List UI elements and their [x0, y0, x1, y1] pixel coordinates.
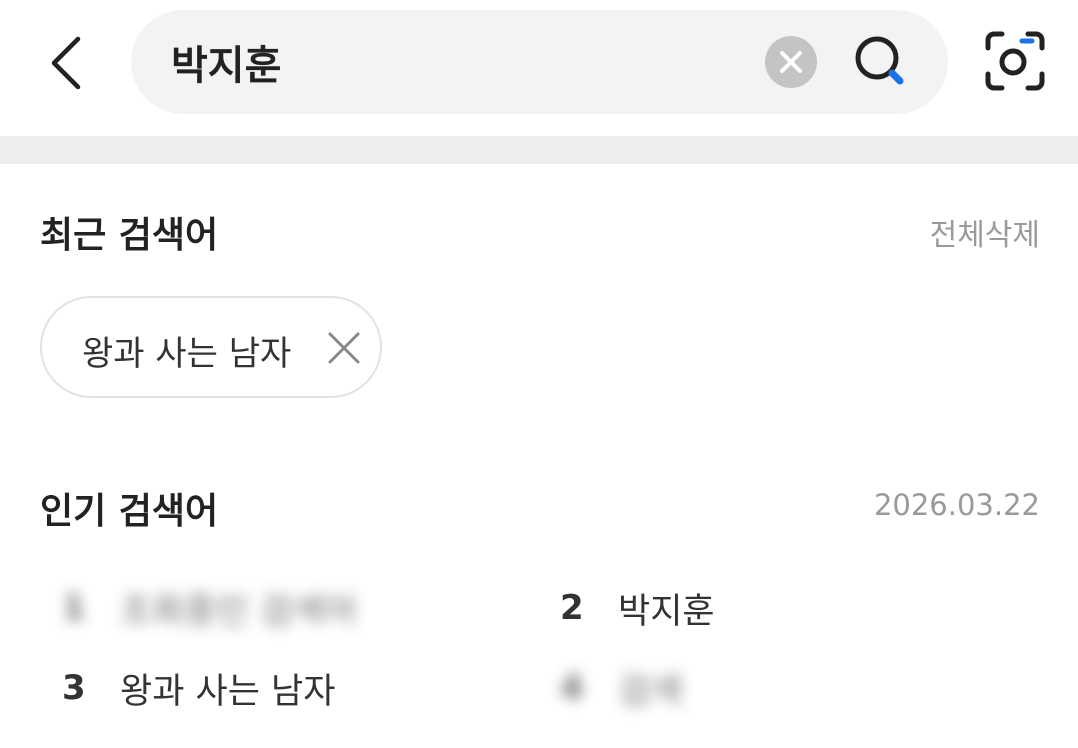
top-bar [0, 0, 1078, 136]
image-search-button[interactable] [982, 28, 1048, 94]
rank-number: 3 [62, 668, 86, 708]
popular-item[interactable]: 2 박지훈 [560, 578, 715, 638]
chevron-left-icon [51, 36, 81, 90]
close-icon [780, 51, 802, 73]
clear-search-button[interactable] [765, 36, 817, 88]
popular-item[interactable]: 1 조회중인 검색어 [62, 578, 357, 638]
recent-searches-title: 최근 검색어 [40, 215, 219, 256]
popular-searches-title: 인기 검색어 [40, 491, 219, 532]
delete-all-button[interactable]: 전체삭제 [930, 210, 1040, 254]
rank-number: 1 [62, 588, 86, 628]
popular-item[interactable]: 4 검색 [560, 658, 682, 718]
back-button[interactable] [36, 28, 96, 98]
close-icon [328, 332, 360, 364]
search-icon [855, 36, 904, 85]
search-button[interactable] [851, 32, 911, 92]
camera-lens-icon [985, 31, 1045, 91]
popular-item-label: 조회중인 검색어 [120, 591, 357, 632]
remove-recent-search-button[interactable] [326, 330, 362, 366]
recent-search-chip[interactable]: 왕과 사는 남자 [40, 296, 382, 398]
popular-item-label: 검색 [618, 671, 683, 712]
search-input[interactable] [171, 10, 751, 114]
recent-search-label: 왕과 사는 남자 [82, 334, 292, 374]
rank-number: 4 [560, 668, 584, 708]
popular-searches-date: 2026.03.22 [873, 488, 1040, 522]
search-box [131, 10, 948, 114]
rank-number: 2 [560, 588, 584, 628]
popular-item-label: 왕과 사는 남자 [120, 671, 336, 712]
popular-item-label: 박지훈 [618, 591, 715, 632]
section-divider [0, 136, 1078, 164]
popular-item[interactable]: 3 왕과 사는 남자 [62, 658, 335, 718]
